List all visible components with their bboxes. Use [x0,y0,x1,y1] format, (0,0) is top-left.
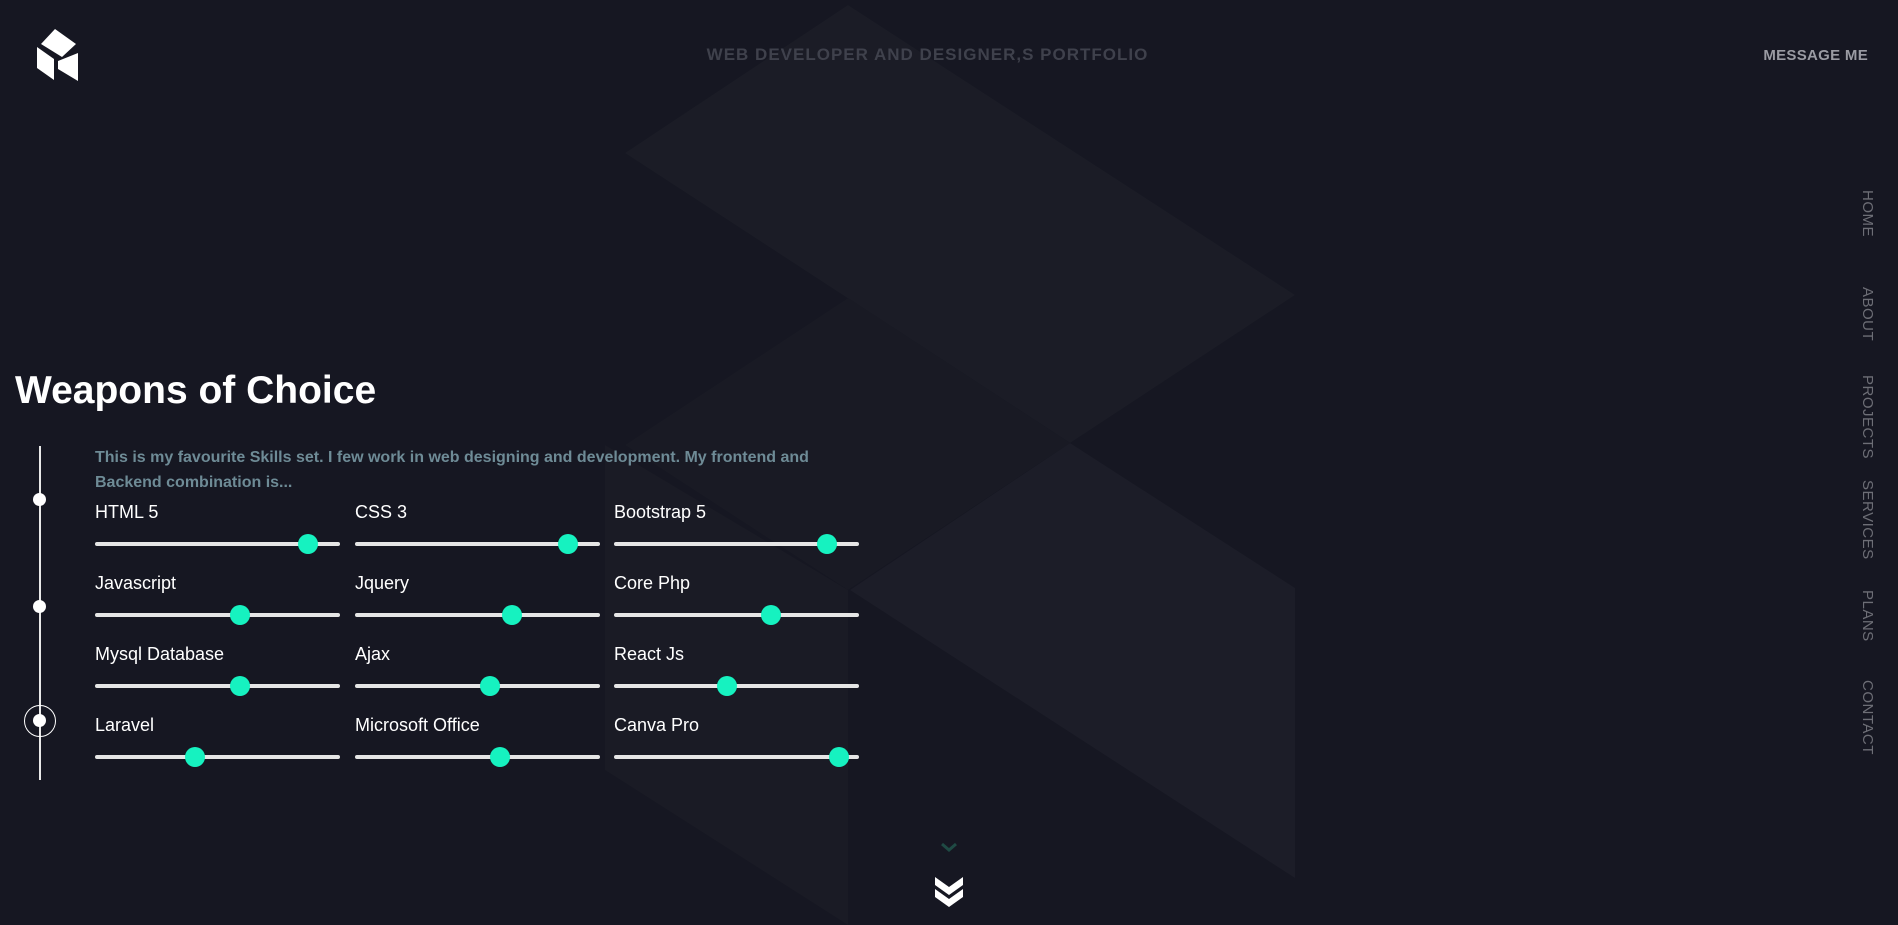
skill-slider-thumb[interactable] [490,747,510,767]
skill-item: HTML 5 [95,502,340,562]
skill-name: Laravel [95,715,155,735]
skill-slider-thumb[interactable] [558,534,578,554]
chevron-down-icon [941,842,957,852]
skill-item: CSS 3 [355,502,600,562]
skill-item: Javascript [95,573,340,633]
skill-slider-track[interactable] [355,755,600,759]
skill-item: Laravel [95,715,340,775]
skill-slider-thumb[interactable] [185,747,205,767]
nav-item-services[interactable]: SERVICES [1859,480,1876,560]
timeline-dot[interactable] [33,493,46,506]
skill-slider-thumb[interactable] [230,676,250,696]
timeline-dot[interactable] [33,600,46,613]
skill-name: Javascript [95,573,177,593]
skill-item: Bootstrap 5 [614,502,859,562]
skill-slider-track[interactable] [355,613,600,617]
skill-item: Canva Pro [614,715,859,775]
site-title: WEB DEVELOPER AND DESIGNER,S PORTFOLIO [706,45,1149,64]
skill-name: Jquery [355,573,410,593]
skill-name: Ajax [355,644,391,664]
skill-slider-track[interactable] [355,684,600,688]
skill-slider-track[interactable] [95,613,340,617]
skill-item: Microsoft Office [355,715,600,775]
skill-item: Ajax [355,644,600,704]
skill-name: Mysql Database [95,644,225,664]
skill-slider-thumb[interactable] [761,605,781,625]
skill-name: Core Php [614,573,691,593]
skill-slider-track[interactable] [614,755,859,759]
double-chevron-down-icon[interactable] [934,873,964,907]
skills-intro-text: This is my favourite Skills set. I few w… [95,449,809,491]
skill-name: React Js [614,644,685,664]
skill-slider-thumb[interactable] [298,534,318,554]
skill-name: CSS 3 [355,502,408,522]
skill-slider-track[interactable] [614,613,859,617]
section-title: Weapons of Choice [15,369,377,412]
skill-name: Canva Pro [614,715,700,735]
skill-item: Mysql Database [95,644,340,704]
nav-item-projects[interactable]: PROJECTS [1859,375,1876,459]
skill-slider-thumb[interactable] [230,605,250,625]
skill-slider-thumb[interactable] [717,676,737,696]
skill-name: HTML 5 [95,502,159,522]
skill-item: React Js [614,644,859,704]
skill-name: Microsoft Office [355,715,480,735]
nav-item-home[interactable]: HOME [1859,190,1876,237]
timeline-dot-active[interactable] [33,714,46,727]
skill-slider-thumb[interactable] [829,747,849,767]
nav-item-plans[interactable]: PLANS [1859,590,1876,642]
skill-slider-track[interactable] [95,755,340,759]
nav-item-contact[interactable]: CONTACT [1859,680,1876,755]
skill-name: Bootstrap 5 [614,502,707,522]
skill-slider-thumb[interactable] [817,534,837,554]
skill-slider-thumb[interactable] [502,605,522,625]
skill-item: Core Php [614,573,859,633]
nav-item-about[interactable]: ABOUT [1859,287,1876,341]
skill-slider-thumb[interactable] [480,676,500,696]
skill-item: Jquery [355,573,600,633]
skill-slider-track[interactable] [95,684,340,688]
side-navigation: HOME ABOUT PROJECTS SERVICES PLANS CONTA… [1846,0,1876,925]
